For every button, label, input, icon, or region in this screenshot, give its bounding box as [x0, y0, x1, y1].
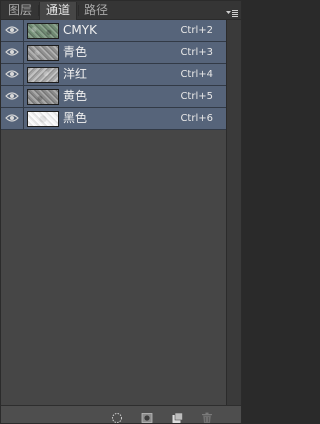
- eye-icon: [5, 26, 19, 34]
- channel-name: 黑色: [63, 111, 88, 125]
- channel-list: CMYK Ctrl+2 青色 Ctrl+3 洋红 Ctrl+4 黄色 Ctrl+…: [1, 20, 226, 130]
- channel-thumbnail: [27, 89, 59, 105]
- channel-shortcut: Ctrl+6: [180, 113, 213, 124]
- eye-icon: [5, 70, 19, 78]
- channel-row-cmyk[interactable]: CMYK Ctrl+2: [1, 20, 226, 42]
- panel-tab-bar: 图层 通道 路径: [1, 1, 241, 20]
- channel-shortcut: Ctrl+3: [180, 47, 213, 58]
- panel-menu-icon[interactable]: [226, 4, 238, 17]
- tab-channels[interactable]: 通道: [39, 2, 77, 20]
- visibility-toggle[interactable]: [1, 86, 24, 107]
- channel-name: 青色: [63, 45, 88, 59]
- delete-channel-icon[interactable]: [201, 409, 213, 423]
- channel-row-black[interactable]: 黑色 Ctrl+6: [1, 108, 226, 130]
- channels-panel: 图层 通道 路径 CMYK Ctrl+2 青色 Ctrl+3 洋红 Ctrl+4…: [0, 0, 242, 424]
- visibility-toggle[interactable]: [1, 20, 24, 41]
- channel-thumbnail: [27, 23, 59, 39]
- channel-thumbnail: [27, 111, 59, 127]
- channel-name: CMYK: [63, 23, 97, 37]
- channel-row-yellow[interactable]: 黄色 Ctrl+5: [1, 86, 226, 108]
- visibility-toggle[interactable]: [1, 42, 24, 63]
- channel-name: 洋红: [63, 67, 88, 81]
- channels-toolbar: [1, 405, 241, 423]
- new-channel-icon[interactable]: [171, 409, 183, 423]
- channel-shortcut: Ctrl+4: [180, 69, 213, 80]
- channel-row-cyan[interactable]: 青色 Ctrl+3: [1, 42, 226, 64]
- channel-shortcut: Ctrl+2: [180, 25, 213, 36]
- eye-icon: [5, 114, 19, 122]
- channel-thumbnail: [27, 45, 59, 61]
- channel-shortcut: Ctrl+5: [180, 91, 213, 102]
- channel-name: 黄色: [63, 89, 88, 103]
- channel-row-magenta[interactable]: 洋红 Ctrl+4: [1, 64, 226, 86]
- panel-scrollbar[interactable]: [226, 20, 241, 406]
- load-selection-icon[interactable]: [111, 409, 123, 423]
- eye-icon: [5, 92, 19, 100]
- tab-layers[interactable]: 图层: [3, 2, 37, 19]
- save-selection-icon[interactable]: [141, 409, 153, 423]
- visibility-toggle[interactable]: [1, 108, 24, 129]
- tab-paths[interactable]: 路径: [79, 2, 113, 19]
- channel-thumbnail: [27, 67, 59, 83]
- eye-icon: [5, 48, 19, 56]
- visibility-toggle[interactable]: [1, 64, 24, 85]
